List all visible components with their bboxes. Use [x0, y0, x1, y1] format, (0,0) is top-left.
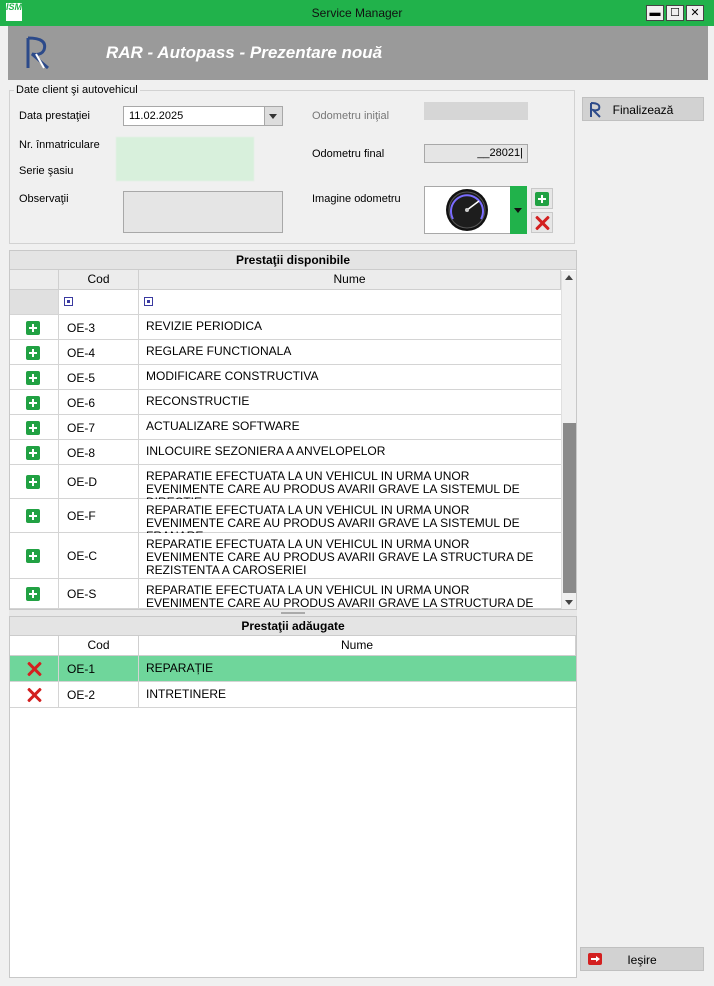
filter-nume-input[interactable] [139, 290, 561, 314]
filter-cod-input[interactable] [59, 290, 139, 314]
service-name: INLOCUIRE SEZONIERA A ANVELOPELOR [146, 444, 386, 458]
exit-button[interactable]: Ieşire [580, 947, 704, 971]
service-code: OE-2 [67, 688, 96, 702]
service-name: REPARAȚIE [146, 661, 214, 675]
date-value: 11.02.2025 [129, 110, 184, 122]
remove-service-icon[interactable] [26, 661, 42, 677]
add-service-icon[interactable] [26, 346, 40, 360]
scroll-up-icon[interactable] [565, 275, 573, 280]
window-title: Service Manager [311, 6, 403, 20]
exit-label: Ieşire [627, 953, 657, 967]
add-service-icon[interactable] [26, 587, 40, 601]
service-code: OE-8 [67, 446, 96, 460]
table-row[interactable]: OE-5 MODIFICARE CONSTRUCTIVA [10, 365, 561, 390]
service-code: OE-F [67, 509, 96, 523]
finalize-label: Finalizează [612, 103, 674, 117]
table-row[interactable]: OE-C REPARATIE EFECTUATA LA UN VEHICUL IN… [10, 533, 561, 579]
added-services-panel: Prestaţii adăugate Cod Nume OE-1 REPARAȚI… [9, 616, 577, 978]
service-name: RECONSTRUCTIE [146, 394, 250, 408]
image-dropdown-button[interactable] [510, 186, 527, 234]
service-code: OE-3 [67, 321, 96, 335]
delete-icon [534, 215, 550, 231]
add-image-button[interactable] [531, 188, 553, 209]
column-header-cod[interactable]: Cod [59, 636, 139, 656]
service-name: ACTUALIZARE SOFTWARE [146, 419, 300, 433]
column-header-cod[interactable]: Cod [59, 270, 139, 290]
table-row[interactable]: OE-F REPARATIE EFECTUATA LA UN VEHICUL IN… [10, 499, 561, 543]
add-service-icon[interactable] [26, 446, 40, 460]
date-picker[interactable]: 11.02.2025 [123, 106, 283, 126]
filter-icon[interactable] [64, 297, 73, 306]
service-code: OE-1 [67, 662, 96, 676]
odometer-final-input[interactable]: __28021| [424, 144, 528, 163]
service-name: INTRETINERE [146, 687, 227, 701]
filter-icon[interactable] [144, 297, 153, 306]
odometer-image-label: Imagine odometru [312, 193, 401, 205]
service-code: OE-S [67, 587, 97, 601]
table-row[interactable]: OE-4 REGLARE FUNCTIONALA [10, 340, 561, 365]
table-row[interactable]: OE-D REPARATIE EFECTUATA LA UN VEHICUL IN… [10, 465, 561, 509]
observations-label: Observaţii [19, 193, 69, 205]
available-services-title: Prestaţii disponibile [10, 251, 576, 270]
add-service-icon[interactable] [26, 509, 40, 523]
plate-label: Nr. înmatriculare [19, 139, 100, 151]
redacted-vehicle-info [116, 137, 254, 181]
vin-label: Serie şasiu [19, 165, 74, 177]
plus-icon [535, 192, 549, 206]
table-row[interactable]: OE-S REPARATIE EFECTUATA LA UN VEHICUL IN… [10, 579, 561, 609]
observations-input[interactable] [123, 191, 283, 233]
row-header-corner [10, 270, 59, 290]
add-service-icon[interactable] [26, 549, 40, 563]
table-row[interactable]: OE-6 RECONSTRUCTIE [10, 390, 561, 415]
finalize-button[interactable]: Finalizează [582, 97, 704, 121]
title-bar: ISM Service Manager ▬ ☐ ✕ [0, 0, 714, 26]
service-name: REPARATIE EFECTUATA LA UN VEHICUL IN URM… [146, 583, 534, 610]
service-code: OE-6 [67, 396, 96, 410]
column-header-nume[interactable]: Nume [139, 270, 561, 290]
add-service-icon[interactable] [26, 396, 40, 410]
date-label: Data prestaţiei [19, 110, 90, 122]
page-title: RAR - Autopass - Prezentare nouă [106, 43, 383, 62]
chevron-down-icon[interactable] [264, 107, 282, 125]
add-service-icon[interactable] [26, 321, 40, 335]
service-code: OE-D [67, 475, 97, 489]
remove-image-button[interactable] [531, 212, 553, 233]
header-banner: RAR - Autopass - Prezentare nouă [8, 26, 708, 80]
service-name: REGLARE FUNCTIONALA [146, 344, 292, 358]
table-row[interactable]: OE-1 REPARAȚIE [10, 656, 576, 682]
scroll-down-icon[interactable] [565, 600, 573, 605]
scroll-thumb[interactable] [563, 423, 576, 593]
service-name: REVIZIE PERIODICA [146, 319, 263, 333]
column-header-nume[interactable]: Nume [139, 636, 576, 656]
service-code: OE-7 [67, 421, 96, 435]
close-button[interactable]: ✕ [686, 5, 704, 21]
remove-service-icon[interactable] [26, 687, 42, 703]
odometer-image-picker[interactable] [424, 186, 511, 234]
available-services-panel: Prestaţii disponibile Cod Nume OE-3 REVIZ… [9, 250, 577, 610]
group-legend: Date client şi autovehicul [14, 84, 140, 96]
table-row[interactable]: OE-2 INTRETINERE [10, 682, 576, 708]
service-code: OE-5 [67, 371, 96, 385]
odometer-initial-field [424, 102, 528, 120]
service-name: REPARATIE EFECTUATA LA UN VEHICUL IN URM… [146, 537, 534, 577]
maximize-button[interactable]: ☐ [666, 5, 684, 21]
table-row[interactable]: OE-8 INLOCUIRE SEZONIERA A ANVELOPELOR [10, 440, 561, 465]
add-service-icon[interactable] [26, 475, 40, 489]
odometer-photo [446, 189, 488, 231]
service-code: OE-C [67, 549, 97, 563]
odometer-initial-label: Odometru iniţial [312, 110, 390, 122]
rar-logo-icon [26, 36, 49, 70]
available-scrollbar[interactable] [561, 271, 576, 609]
service-name: MODIFICARE CONSTRUCTIVA [146, 369, 319, 383]
minimize-button[interactable]: ▬ [646, 5, 664, 21]
row-header-corner [10, 636, 59, 656]
added-services-title: Prestaţii adăugate [10, 617, 576, 636]
odometer-final-label: Odometru final [312, 148, 385, 160]
table-row[interactable]: OE-3 REVIZIE PERIODICA [10, 315, 561, 340]
service-code: OE-4 [67, 346, 96, 360]
filter-row [10, 290, 561, 315]
add-service-icon[interactable] [26, 421, 40, 435]
add-service-icon[interactable] [26, 371, 40, 385]
table-row[interactable]: OE-7 ACTUALIZARE SOFTWARE [10, 415, 561, 440]
